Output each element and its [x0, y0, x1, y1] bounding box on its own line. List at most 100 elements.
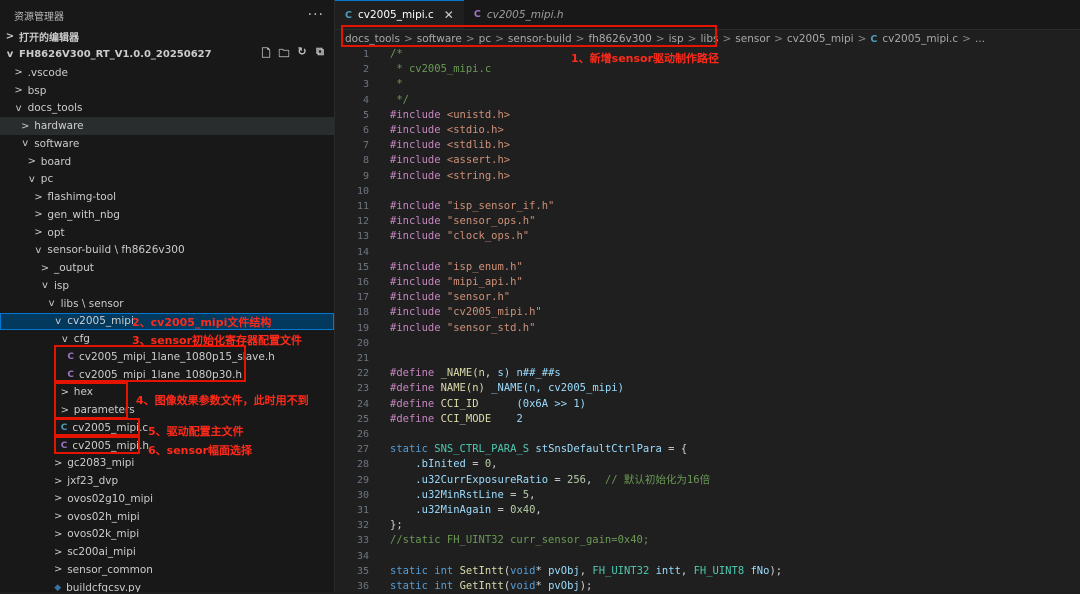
highlight-box-main-c	[54, 418, 140, 436]
highlight-box-breadcrumb	[341, 25, 717, 47]
tree-item[interactable]: > flashimg-tool	[0, 188, 334, 206]
root-actions: 🗋 🗀 ↻ ⧉	[260, 45, 326, 64]
new-folder-icon[interactable]: 🗀	[278, 45, 290, 64]
breadcrumb-item[interactable]: cv2005_mipi.c	[882, 33, 958, 45]
code-line: 13 #include "clock_ops.h"	[335, 229, 1080, 244]
line-number: 9	[362, 170, 369, 182]
tab-label: cv2005_mipi.c	[357, 9, 434, 21]
line-number: 7	[362, 140, 369, 152]
tree-item-label: pc	[40, 173, 54, 186]
tree-item[interactable]: ◆ buildcfgcsv.py	[0, 579, 334, 592]
c-file-icon: C	[345, 9, 352, 21]
line-number: 26	[356, 429, 369, 440]
code-line: 11 #include "isp_sensor_if.h"	[335, 199, 1080, 214]
code-text: static SNS_CTRL_PARA_S stSnsDefaultCtrlP…	[390, 443, 688, 456]
tree-item[interactable]: > jxf23_dvp	[0, 472, 334, 490]
annotation-5: 5、驱动配置主文件	[148, 425, 244, 438]
code-text: #include "isp_enum.h"	[390, 260, 523, 273]
python-file-icon: ◆	[54, 582, 62, 592]
tree-item[interactable]: v software	[0, 135, 334, 153]
tree-item[interactable]: > gen_with_nbg	[0, 206, 334, 224]
chevron-down-icon: v	[35, 244, 42, 256]
tree-item-label: cv2005_mipi	[67, 315, 134, 328]
tree-item[interactable]: > sc200ai_mipi	[0, 543, 334, 561]
line-number: 19	[356, 322, 369, 334]
code-text: #define CCI_MODE 2	[390, 412, 523, 425]
tree-item[interactable]: v isp	[0, 277, 334, 295]
tree-item[interactable]: > bsp	[0, 82, 334, 100]
code-line: 7 #include <stdlib.h>	[335, 138, 1080, 153]
tree-item[interactable]: > opt	[0, 224, 334, 242]
tree-item[interactable]: > _output	[0, 259, 334, 277]
code-line: 16 #include "mipi_api.h"	[335, 275, 1080, 290]
refresh-icon[interactable]: ↻	[296, 45, 308, 64]
line-number: 28	[356, 459, 369, 471]
annotation-3: 3、sensor初始化寄存器配置文件	[132, 334, 303, 347]
tree-item-label: jxf23_dvp	[67, 475, 119, 488]
tree-item[interactable]: > hardware	[0, 117, 334, 135]
explorer-sidebar: 资源管理器 ··· > 打开的编辑器 v FH8626V300_RT_V1.0.…	[0, 0, 335, 592]
breadcrumb-item[interactable]: sensor	[735, 33, 770, 45]
code-text: #include "sensor.h"	[390, 291, 511, 304]
chevron-right-icon: >	[53, 493, 63, 505]
tree-item[interactable]: v libs \ sensor	[0, 295, 334, 313]
code-line: 10	[335, 184, 1080, 199]
code-line: 5 #include <unistd.h>	[335, 108, 1080, 123]
line-number: 20	[356, 337, 369, 349]
code-text: //static FH_UINT32 curr_sensor_gain=0x40…	[390, 534, 650, 547]
close-icon[interactable]: ✕	[444, 8, 454, 22]
tree-item[interactable]: > .vscode	[0, 64, 334, 82]
tree-item-label: sc200ai_mipi	[67, 546, 136, 559]
tree-item-label: hardware	[34, 120, 84, 133]
chevron-right-icon: >	[5, 31, 15, 43]
code-line: 18 #include "cv2005_mipi.h"	[335, 305, 1080, 320]
line-number: 24	[356, 398, 369, 410]
tree-item[interactable]: v pc	[0, 171, 334, 189]
code-text: *	[390, 78, 403, 91]
code-line: 1 /*	[335, 47, 1080, 62]
open-editors-section[interactable]: > 打开的编辑器	[0, 28, 334, 46]
line-number: 17	[356, 292, 369, 304]
tree-item[interactable]: > board	[0, 153, 334, 171]
tree-item[interactable]: v docs_tools	[0, 100, 334, 118]
line-number: 11	[356, 201, 369, 212]
code-line: 24 #define CCI_ID (0x6A >> 1)	[335, 397, 1080, 412]
tree-item[interactable]: > ovos02k_mipi	[0, 526, 334, 544]
code-line: 34	[335, 549, 1080, 564]
line-number: 15	[356, 261, 369, 273]
chevron-down-icon: v	[48, 298, 55, 310]
tree-item-label: ovos02k_mipi	[67, 528, 140, 541]
breadcrumb-item[interactable]: cv2005_mipi	[787, 33, 854, 45]
chevron-down-icon: v	[42, 280, 48, 292]
line-number: 31	[356, 505, 369, 516]
more-actions-icon[interactable]: ···	[308, 7, 324, 23]
line-number: 35	[356, 565, 369, 577]
chevron-down-icon: v	[6, 49, 14, 61]
line-number: 14	[356, 246, 369, 258]
code-text: #define CCI_ID (0x6A >> 1)	[390, 397, 586, 410]
code-line: 28 .bInited = 0,	[335, 457, 1080, 472]
code-text: .u32MinAgain = 0x40,	[415, 504, 542, 516]
breadcrumb-item[interactable]: ...	[975, 33, 985, 45]
tree-item-label: docs_tools	[27, 102, 83, 115]
chevron-right-icon: >	[774, 33, 783, 45]
code-text: #include <assert.h>	[390, 154, 511, 167]
code-text: #include "clock_ops.h"	[390, 230, 530, 243]
workspace-root[interactable]: v FH8626V300_RT_V1.0.0_20250627 🗋 🗀 ↻ ⧉	[0, 45, 334, 64]
tree-item-label: gen_with_nbg	[47, 208, 120, 221]
chevron-right-icon: >	[34, 227, 43, 239]
code-text: #include "sensor_ops.h"	[390, 215, 536, 228]
code-line: 12 #include "sensor_ops.h"	[335, 214, 1080, 229]
annotation-2: 2、cv2005_mipi文件结构	[132, 316, 272, 329]
code-text: #include <stdio.h>	[390, 124, 504, 136]
tree-item[interactable]: v sensor-build \ fh8626v300	[0, 242, 334, 260]
tree-item[interactable]: > ovos02h_mipi	[0, 508, 334, 526]
line-number: 30	[356, 489, 369, 501]
chevron-right-icon: >	[34, 209, 43, 221]
tree-item[interactable]: > ovos02g10_mipi	[0, 490, 334, 508]
new-file-icon[interactable]: 🗋	[260, 45, 272, 64]
line-number: 25	[356, 413, 369, 425]
collapse-all-icon[interactable]: ⧉	[314, 45, 326, 64]
code-text: static int SetIntt(void* pvObj, FH_UINT3…	[390, 564, 783, 577]
tree-item[interactable]: > sensor_common	[0, 561, 334, 579]
